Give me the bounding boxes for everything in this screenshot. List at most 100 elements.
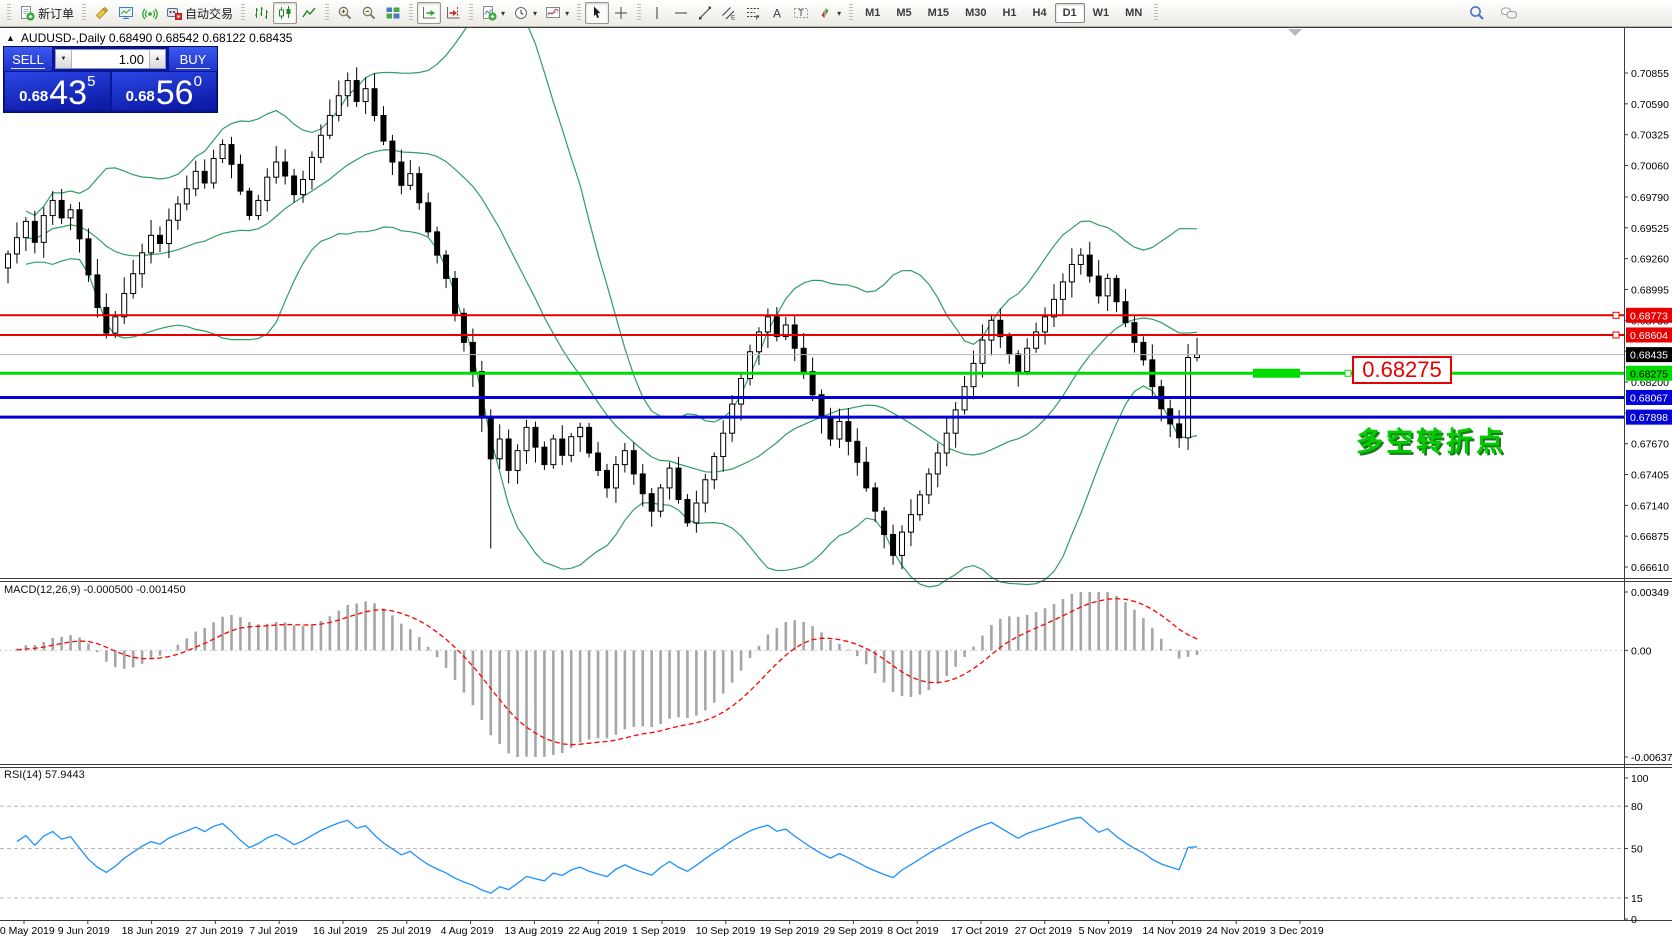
svg-text:0.67670: 0.67670 — [1631, 439, 1669, 451]
volume-decrease-button[interactable]: ▼ — [56, 50, 72, 68]
zoom-in-icon — [337, 5, 353, 21]
autotrading-label: 自动交易 — [185, 5, 233, 22]
periods-button[interactable]: ▾ — [509, 2, 541, 24]
bar-chart-button[interactable] — [249, 2, 273, 24]
svg-text:13 Aug 2019: 13 Aug 2019 — [504, 925, 563, 937]
buy-button[interactable]: BUY — [169, 47, 217, 71]
svg-text:5 Nov 2019: 5 Nov 2019 — [1079, 925, 1133, 937]
svg-text:3 Dec 2019: 3 Dec 2019 — [1270, 925, 1324, 937]
trendline-button[interactable] — [693, 2, 717, 24]
candlestick-chart-icon — [277, 5, 293, 21]
line-chart-icon — [301, 5, 317, 21]
arrows-button[interactable]: ▾ — [813, 2, 845, 24]
sell-price-sup: 5 — [87, 74, 95, 89]
metaeditor-button[interactable] — [90, 2, 114, 24]
new-order-icon — [19, 5, 35, 21]
macd-pane-label: MACD(12,26,9) -0.000500 -0.001450 — [4, 584, 186, 596]
metaeditor-icon — [94, 5, 110, 21]
signals-icon — [142, 5, 158, 21]
auto-scroll-icon — [421, 5, 437, 21]
equidistant-channel-icon: E — [721, 5, 737, 21]
zoom-in-button[interactable] — [333, 2, 357, 24]
svg-text:29 Sep 2019: 29 Sep 2019 — [823, 925, 883, 937]
svg-text:-0.00637: -0.00637 — [1631, 752, 1672, 764]
tf-d1[interactable]: D1 — [1055, 3, 1085, 23]
svg-text:27 Jun 2019: 27 Jun 2019 — [185, 925, 243, 937]
one-click-trade-panel: SELL ▼ 1.00 ▲ BUY 0.68 43 5 0.68 56 0 — [3, 46, 218, 113]
tf-w1[interactable]: W1 — [1085, 3, 1118, 23]
new-order-label: 新订单 — [38, 5, 74, 22]
new-chart-button[interactable] — [114, 2, 138, 24]
svg-text:0.00349: 0.00349 — [1631, 587, 1669, 599]
tf-m15[interactable]: M15 — [920, 3, 957, 23]
svg-text:80: 80 — [1631, 801, 1643, 813]
volume-increase-button[interactable]: ▲ — [149, 50, 165, 68]
text-label-icon: T — [793, 5, 809, 21]
svg-text:0.70855: 0.70855 — [1631, 68, 1669, 80]
sell-price[interactable]: 0.68 43 5 — [5, 72, 110, 110]
tf-m5[interactable]: M5 — [888, 3, 919, 23]
chevron-down-icon: ▾ — [533, 9, 537, 18]
line-chart-button[interactable] — [297, 2, 321, 24]
price-level-callout[interactable]: 0.68275 — [1352, 356, 1452, 384]
search-button[interactable] — [1464, 2, 1490, 24]
auto-scroll-button[interactable] — [417, 2, 441, 24]
horizontal-line-icon — [673, 5, 689, 21]
indicators-button[interactable]: ▾ — [477, 2, 509, 24]
svg-text:100: 100 — [1631, 773, 1649, 785]
tf-h4[interactable]: H4 — [1025, 3, 1055, 23]
signals-button[interactable] — [138, 2, 162, 24]
chart-window-icon — [118, 5, 134, 21]
fibonacci-icon: F — [745, 5, 761, 21]
tf-mn[interactable]: MN — [1117, 3, 1150, 23]
tf-h1[interactable]: H1 — [994, 3, 1024, 23]
sell-price-big: 43 — [49, 78, 87, 108]
svg-text:0.70325: 0.70325 — [1631, 130, 1669, 142]
text-button[interactable]: A — [765, 2, 789, 24]
vertical-line-button[interactable] — [645, 2, 669, 24]
svg-text:T: T — [798, 8, 804, 18]
chart-shift-button[interactable] — [441, 2, 465, 24]
svg-text:22 Aug 2019: 22 Aug 2019 — [568, 925, 627, 937]
svg-text:27 Oct 2019: 27 Oct 2019 — [1015, 925, 1072, 937]
tf-m1[interactable]: M1 — [857, 3, 888, 23]
svg-text:0.68067: 0.68067 — [1630, 392, 1668, 404]
autotrading-button[interactable]: 自动交易 — [162, 2, 237, 24]
cursor-button[interactable] — [585, 2, 609, 24]
svg-text:8 Oct 2019: 8 Oct 2019 — [887, 925, 939, 937]
crosshair-button[interactable] — [609, 2, 633, 24]
svg-text:A: A — [773, 7, 781, 21]
text-icon: A — [769, 5, 785, 21]
new-order-button[interactable]: 新订单 — [15, 2, 78, 24]
buy-price[interactable]: 0.68 56 0 — [112, 72, 217, 110]
svg-text:10 Sep 2019: 10 Sep 2019 — [696, 925, 756, 937]
toolbar-right-icons — [1464, 2, 1522, 24]
chat-button[interactable] — [1496, 2, 1522, 24]
templates-button[interactable]: ▾ — [541, 2, 573, 24]
svg-text:0.67405: 0.67405 — [1631, 470, 1669, 482]
tf-m30[interactable]: M30 — [957, 3, 994, 23]
sell-button[interactable]: SELL — [4, 47, 52, 71]
candlestick-chart-button[interactable] — [273, 2, 297, 24]
svg-text:0.68275: 0.68275 — [1630, 368, 1668, 380]
chart-header: ▲ AUDUSD-,Daily 0.68490 0.68542 0.68122 … — [6, 31, 292, 45]
toolbar-grip — [325, 4, 329, 22]
svg-text:0.00: 0.00 — [1631, 645, 1652, 657]
text-label-button[interactable]: T — [789, 2, 813, 24]
horizontal-line-button[interactable] — [669, 2, 693, 24]
svg-text:25 Jul 2019: 25 Jul 2019 — [377, 925, 431, 937]
equidistant-channel-button[interactable]: E — [717, 2, 741, 24]
volume-input[interactable]: 1.00 — [72, 50, 149, 68]
svg-text:4 Aug 2019: 4 Aug 2019 — [441, 925, 494, 937]
chat-icon — [1500, 4, 1518, 22]
chevron-down-icon: ▾ — [501, 9, 505, 18]
chart-canvas[interactable]: 0.708550.705900.703250.700600.697900.695… — [0, 0, 1672, 943]
collapse-panel-icon[interactable]: ▲ — [6, 33, 15, 43]
indicators-icon — [481, 5, 497, 21]
zoom-out-button[interactable] — [357, 2, 381, 24]
chevron-down-icon: ▾ — [565, 9, 569, 18]
toolbar-grip — [577, 4, 581, 22]
tile-windows-button[interactable] — [381, 2, 405, 24]
fibonacci-button[interactable]: F — [741, 2, 765, 24]
sell-price-prefix: 0.68 — [19, 89, 48, 104]
